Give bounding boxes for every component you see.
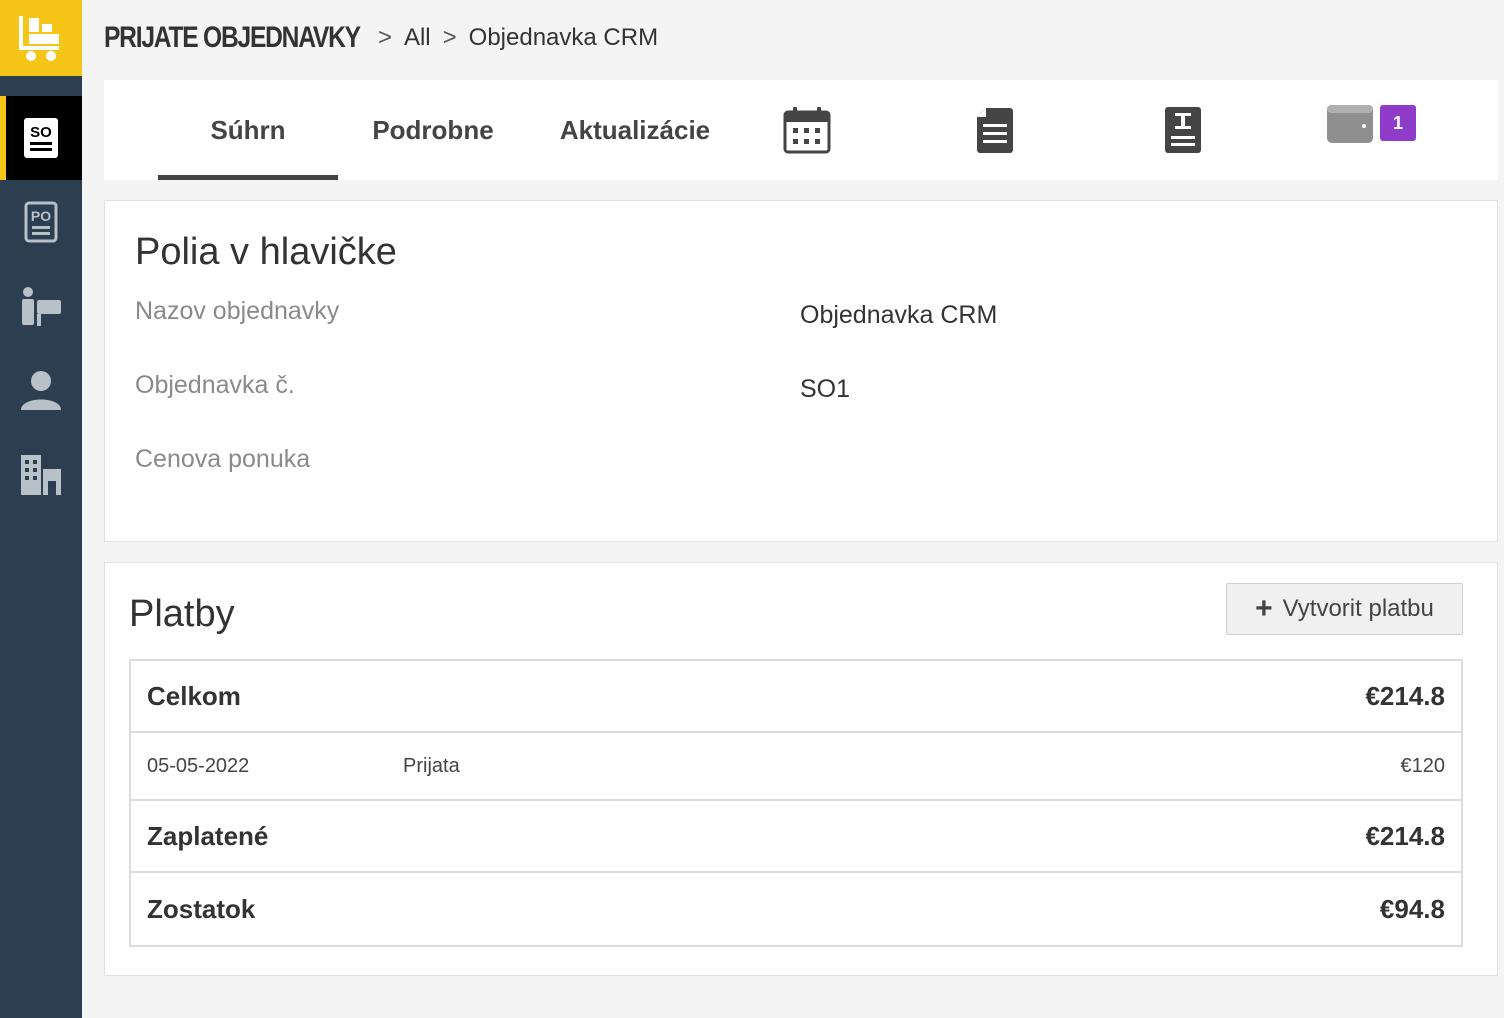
chevron-right-icon: > [377, 24, 392, 51]
plus-icon: + [1255, 592, 1273, 625]
payments-balance-row: Zostatok €94.8 [131, 873, 1461, 945]
create-payment-label: Vytvorit platbu [1282, 595, 1434, 622]
header-fields-title: Polia v hlavičke [135, 231, 397, 273]
svg-text:SO: SO [30, 124, 52, 141]
order-name-label: Nazov objednavky [135, 297, 340, 325]
person-icon [21, 371, 61, 410]
balance-amount: €94.8 [1379, 893, 1445, 924]
order-name-value[interactable]: Objednavka CRM [800, 301, 997, 330]
wallet-icon [1327, 105, 1373, 143]
payments-table: Celkom €214.8 05-05-2022 Prijata €120 Za… [129, 659, 1463, 947]
chevron-right-icon: > [442, 24, 457, 51]
total-amount: €214.8 [1365, 680, 1445, 711]
svg-text:PO: PO [31, 208, 51, 224]
tab-updates-label: Aktualizácie [559, 114, 711, 145]
po-document-icon: PO [24, 201, 58, 243]
cart-boxes-icon [19, 16, 59, 61]
create-payment-button[interactable]: + Vytvorit platbu [1226, 583, 1463, 635]
order-number-value[interactable]: SO1 [800, 375, 850, 404]
payment-date: 05-05-2022 [147, 754, 250, 777]
payment-amount: €120 [1400, 754, 1446, 777]
payments-count-badge: 1 [1380, 105, 1416, 141]
payments-card: Platby + Vytvorit platbu Celkom €214.8 0… [104, 562, 1498, 976]
payments-total-row: Celkom €214.8 [131, 661, 1461, 733]
breadcrumb-current: Objednavka CRM [468, 24, 659, 51]
record-tabs: Súhrn Podrobne Aktualizácie 1 [104, 80, 1498, 180]
paid-label: Zaplatené [147, 820, 269, 851]
module-title[interactable]: PRIJATE OBJEDNAVKY [104, 21, 361, 55]
sidebar-item-seller[interactable] [0, 264, 82, 348]
total-label: Celkom [147, 680, 241, 711]
header-fields-card: Polia v hlavičke Nazov objednavky Objedn… [104, 200, 1498, 542]
sidebar-item-organizations[interactable] [0, 432, 82, 516]
so-document-icon: SO [24, 118, 58, 158]
paid-amount: €214.8 [1365, 820, 1445, 851]
order-number-label: Objednavka č. [135, 371, 295, 399]
document-icon [977, 108, 1013, 153]
invoice-icon [1165, 107, 1201, 153]
presenter-icon [22, 287, 61, 326]
tab-calendar[interactable] [772, 80, 842, 180]
payment-status: Prijata [403, 754, 460, 777]
tab-summary-label: Súhrn [210, 114, 286, 145]
building-icon [21, 455, 61, 495]
breadcrumb: PRIJATE OBJEDNAVKY > All > Objednavka CR… [82, 0, 1504, 76]
calendar-icon [783, 107, 831, 154]
sidebar-item-contacts[interactable] [0, 348, 82, 432]
tab-details[interactable]: Podrobne [354, 80, 512, 180]
payments-paid-row: Zaplatené €214.8 [131, 801, 1461, 873]
tab-payments[interactable]: 1 [1326, 80, 1422, 180]
app-logo[interactable] [0, 0, 82, 76]
tab-details-label: Podrobne [372, 114, 494, 145]
sidebar-item-sales-order[interactable]: SO [0, 96, 82, 180]
quote-label: Cenova ponuka [135, 445, 311, 473]
balance-label: Zostatok [147, 893, 256, 924]
tab-documents[interactable] [960, 80, 1030, 180]
payments-title: Platby [129, 593, 235, 635]
sidebar: SO PO [0, 0, 82, 1018]
payment-entry-row[interactable]: 05-05-2022 Prijata €120 [131, 733, 1461, 801]
tab-summary[interactable]: Súhrn [158, 80, 338, 180]
sidebar-item-purchase-order[interactable]: PO [0, 180, 82, 264]
breadcrumb-all-link[interactable]: All [404, 24, 431, 52]
tab-invoices[interactable] [1148, 80, 1218, 180]
tab-updates[interactable]: Aktualizácie [544, 80, 726, 180]
